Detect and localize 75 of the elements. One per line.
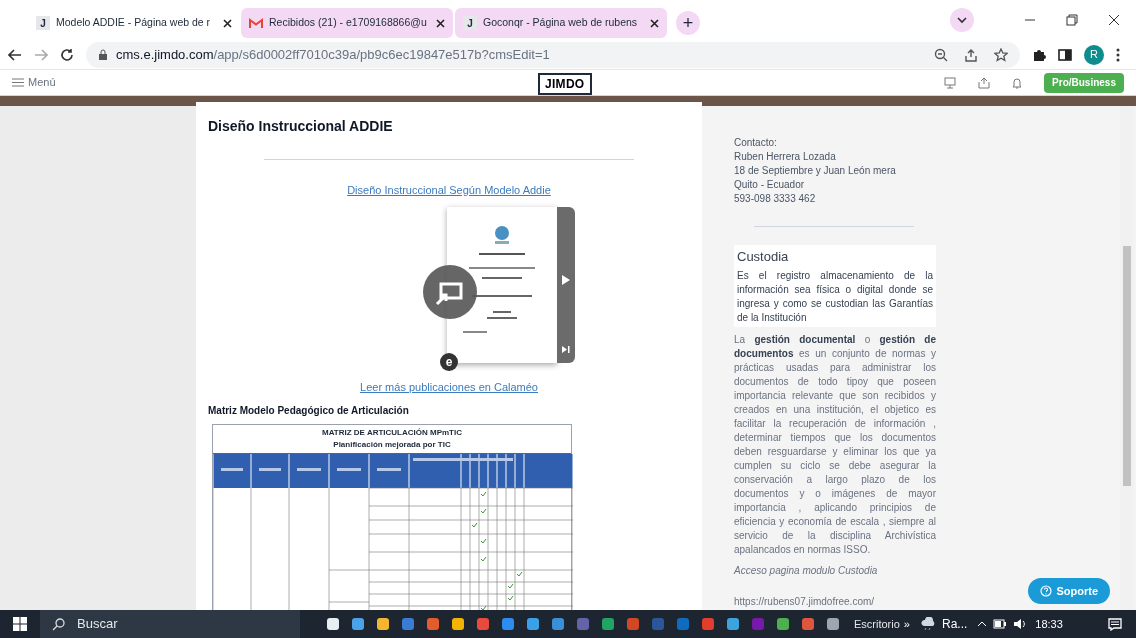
app-icon[interactable]: [776, 617, 790, 631]
help-icon: [1040, 585, 1053, 597]
desktop-label[interactable]: Escritorio: [854, 615, 900, 633]
zoom-icon[interactable]: [934, 47, 948, 62]
play-icon[interactable]: [562, 274, 570, 285]
app-icon[interactable]: [826, 617, 840, 631]
menu-icon: [12, 78, 24, 87]
close-icon[interactable]: [436, 18, 445, 28]
matrix-subtitle: Planificación mejorada por TIC: [332, 439, 452, 451]
contact-line: 593-098 3333 462: [734, 192, 817, 206]
document-viewer[interactable]: e: [307, 202, 591, 375]
monitor-icon[interactable]: [944, 76, 957, 89]
notification-icon[interactable]: [1108, 617, 1122, 631]
share-icon[interactable]: [978, 76, 991, 89]
restore-icon[interactable]: [1066, 14, 1078, 26]
scrollbar-thumb[interactable]: [1123, 246, 1131, 486]
app-icon[interactable]: [326, 617, 340, 631]
caret-icon[interactable]: [977, 621, 988, 627]
clock-time[interactable]: 18:33: [1035, 615, 1063, 633]
close-icon[interactable]: [650, 18, 659, 28]
battery-icon[interactable]: [993, 619, 1008, 629]
custodia-link[interactable]: Acceso pagina modulo Custodia: [734, 562, 878, 578]
overflow-chevron[interactable]: »: [903, 615, 910, 633]
tab-title: Goconqr - Página web de rubens: [483, 15, 639, 31]
contact-line: Quito - Ecuador: [734, 178, 806, 192]
address-bar[interactable]: cms.e.jimdo.com/app/s6d0002ff7010c39a/pb9c6ec19847e517b?cmsEdit=1: [86, 41, 1020, 68]
tab-title: Recibidos (21) - e1709168866@u: [269, 15, 428, 31]
app-icon[interactable]: [351, 617, 365, 631]
more-icon[interactable]: [1116, 47, 1120, 62]
search-icon: [52, 617, 65, 631]
custodia-paragraph: La gestión documental o gestión de documentos es un conjunto de normas y prácticas usadas para administrar los documentos de todo tipoy que poseen importancia relevante que son recibidos y creados en una institución, el objetico es facilitar la recuperación de información , determinar tiempos que los documentos deben resguardarse y eliminar los que ya cumplen su ciclo se debe asegurar la conservación a largo plazo de los documentos y o imágenes de mayor importancia , aplicando principios de eficiencia y economía de escala , siempre al servicio de la disciplina Archivística apalancados en normas ISSO.: [734, 332, 936, 557]
tab-title: Modelo ADDIE - Página web de r: [56, 15, 212, 31]
weather-text[interactable]: Ra...: [941, 615, 968, 633]
dropdown-icon[interactable]: [950, 8, 974, 32]
favicon: J: [36, 16, 50, 30]
lock-icon: [98, 48, 108, 61]
favicon: J: [463, 16, 477, 30]
close-icon[interactable]: [223, 18, 232, 28]
reload-icon[interactable]: [60, 47, 74, 62]
app-icon[interactable]: [726, 617, 740, 631]
side-panel-icon[interactable]: [1058, 47, 1072, 62]
star-icon[interactable]: [994, 47, 1008, 62]
jimdo-logo: JIMDO: [538, 73, 592, 95]
close-icon[interactable]: [1108, 14, 1120, 26]
puzzle-icon[interactable]: [1032, 47, 1046, 62]
fullscreen-icon[interactable]: [423, 264, 477, 319]
custodia-title: Custodia: [737, 248, 790, 266]
custodia-description: Es el registro almacenamiento de la información sea física o digital donde se ingresa y como se custodian las Garantías de la Institución: [737, 268, 933, 325]
mail-icon: [249, 17, 263, 29]
matrix-title: MATRIZ DE ARTICULACIÓN MPmTIC: [321, 427, 463, 439]
publications-link[interactable]: Leer más publicaciones en Calaméo: [360, 378, 538, 395]
share-icon[interactable]: [964, 47, 978, 62]
app-icon[interactable]: [526, 617, 540, 631]
skip-end-icon[interactable]: [562, 345, 570, 353]
document-link[interactable]: Diseño Instruccional Según Modelo Addie: [347, 182, 551, 199]
matrix-heading: Matriz Modelo Pedagógico de Articulación: [208, 404, 410, 418]
app-icon[interactable]: [376, 617, 390, 631]
site-link[interactable]: https://rubens07.jimdofree.com/: [734, 593, 875, 609]
browser-tab[interactable]: J Goconqr - Página web de rubens: [455, 8, 667, 38]
browser-tab[interactable]: Recibidos (21) - e1709168866@u: [241, 8, 453, 38]
publisher-badge: e: [440, 352, 458, 371]
contact-line: Ruben Herrera Lozada: [734, 150, 837, 164]
section-heading: Diseño Instruccional ADDIE: [208, 117, 394, 136]
new-tab-button[interactable]: +: [676, 11, 700, 35]
speaker-icon[interactable]: [1013, 618, 1028, 630]
back-icon[interactable]: [8, 48, 22, 61]
menu-button[interactable]: Menú: [12, 74, 56, 91]
url-text: cms.e.jimdo.com/app/s6d0002ff7010c39a/pb9c6ec19847e517b?cmsEdit=1: [116, 45, 550, 64]
contact-line: 18 de Septiembre y Juan León mera: [734, 164, 897, 178]
bell-icon[interactable]: [1012, 76, 1023, 89]
taskbar-search[interactable]: Buscar: [40, 610, 300, 638]
windows-icon[interactable]: [13, 617, 27, 631]
profile-avatar[interactable]: R: [1084, 44, 1104, 65]
app-icon[interactable]: [451, 617, 465, 631]
contact-label: Contacto:: [734, 136, 778, 150]
